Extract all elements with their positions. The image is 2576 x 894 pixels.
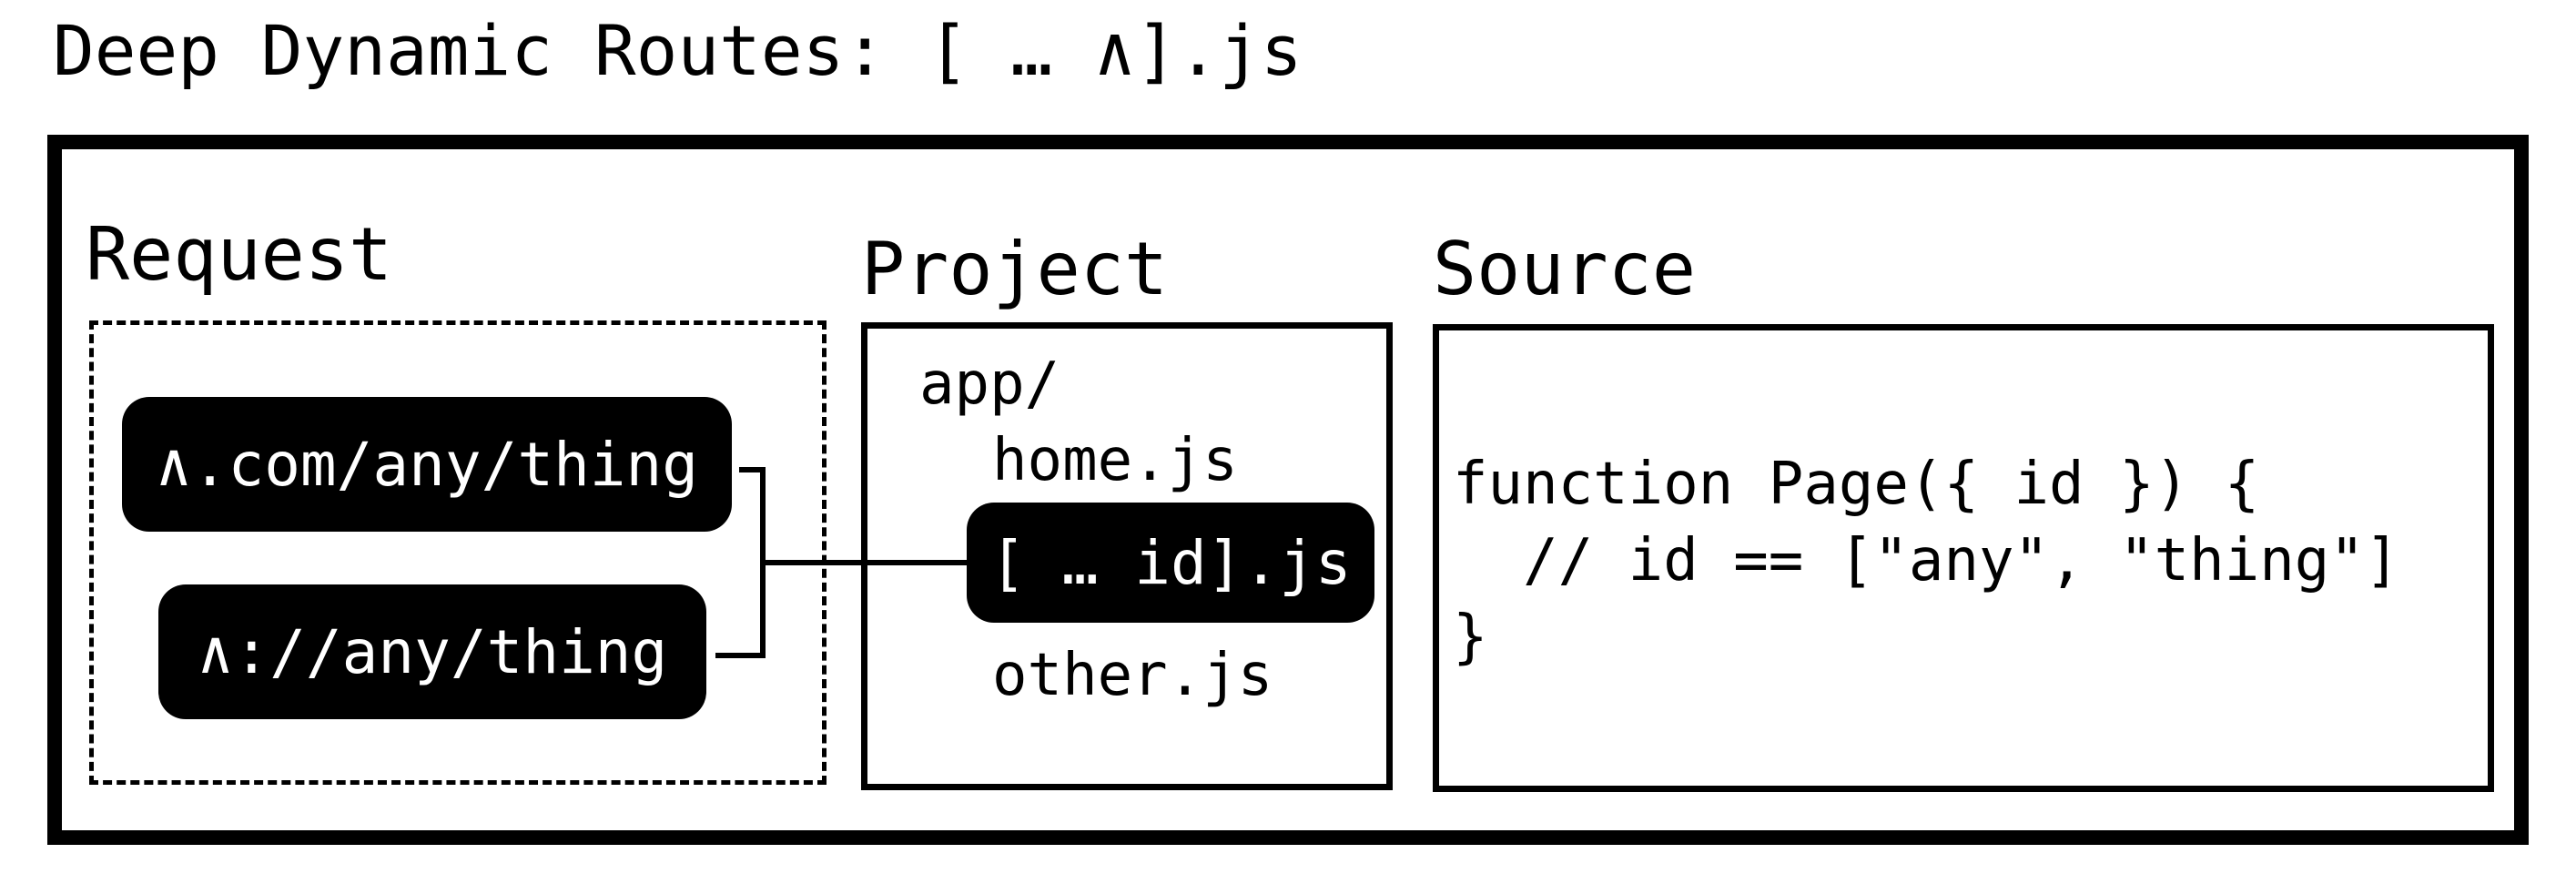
connector-from-scheme-url [715, 563, 766, 658]
connector-from-domain-url [739, 467, 766, 563]
connector-lines [715, 467, 969, 658]
